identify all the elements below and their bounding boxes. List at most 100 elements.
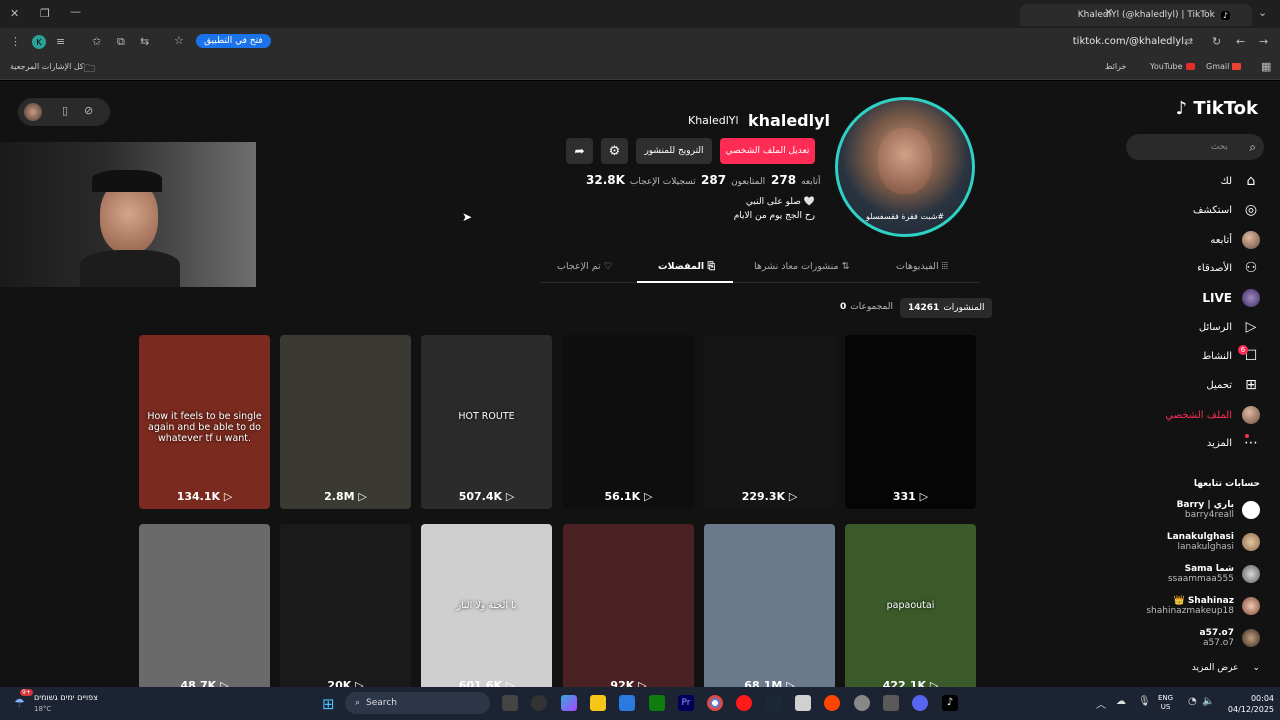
video-thumbnail[interactable]: 92K ▷: [563, 524, 694, 687]
menu-dots-icon[interactable]: ⋮: [10, 35, 21, 48]
tab-tiktok[interactable]: KhaledlYl (@khaledlyl) | TikTok ♪: [1020, 4, 1252, 26]
store-icon[interactable]: [619, 695, 635, 711]
star-bookmark-icon[interactable]: ☆: [174, 34, 184, 47]
language-indicator[interactable]: ENG US: [1158, 694, 1173, 712]
promote-post-button[interactable]: الترويج للمنشور: [636, 138, 712, 164]
share-button[interactable]: ➦: [566, 138, 593, 164]
search-input[interactable]: بحث: [1126, 134, 1264, 160]
taskbar-search[interactable]: ⌕ Search: [345, 692, 490, 714]
chrome-icon[interactable]: [707, 695, 723, 711]
bookmarks-icon[interactable]: ✩: [92, 35, 101, 48]
reload-icon[interactable]: ↻: [1212, 35, 1221, 48]
volume-icon[interactable]: 🔈: [1202, 696, 1214, 707]
tiktok-logo[interactable]: ♪ TikTok: [1176, 98, 1258, 119]
followers-stat[interactable]: 287 المتابعون: [701, 173, 765, 187]
app2-icon[interactable]: [883, 695, 899, 711]
following-account-row[interactable]: 👑 Shahinaz shahinazmakeup18: [1146, 596, 1260, 616]
video-thumbnail[interactable]: يا الجنة ولا النار 601.6K ▷: [421, 524, 552, 687]
video-thumbnail[interactable]: 56.1K ▷: [563, 335, 694, 509]
sidebar-item-activity[interactable]: النشاط ☐: [1202, 348, 1260, 364]
onedrive-icon[interactable]: ☁: [1116, 696, 1126, 707]
url-field[interactable]: tiktok.com/@khaledlyl: [1073, 36, 1184, 47]
compass-icon[interactable]: ⊘: [84, 104, 93, 117]
restore-window-icon[interactable]: ❐: [40, 7, 50, 20]
following-account-row[interactable]: Sama شما ssaammaa555: [1168, 564, 1260, 584]
tab-favorites[interactable]: المفضلات ⎘: [658, 261, 715, 272]
back-icon[interactable]: ←: [1236, 35, 1245, 48]
edit-profile-button[interactable]: تعديل الملف الشخصي: [720, 138, 815, 164]
tiktok-taskbar-icon[interactable]: ♪: [942, 695, 958, 711]
video-thumbnail[interactable]: papaoutai 422.1K ▷: [845, 524, 976, 687]
bookmark-gmail[interactable]: Gmail: [1206, 62, 1229, 71]
system-clock[interactable]: 00:04 04/12/2025: [1226, 693, 1274, 715]
windows-start-icon[interactable]: ⊞: [322, 695, 335, 713]
profile-avatar[interactable]: شبت فقرة فقسفسلو#: [835, 97, 975, 237]
profile-avatar-k[interactable]: K: [32, 35, 46, 49]
forward-icon[interactable]: →: [1259, 35, 1268, 48]
opera-icon[interactable]: [736, 695, 752, 711]
file-explorer-icon[interactable]: [590, 695, 606, 711]
following-account-row[interactable]: Lanakulghasi lanakulghasi: [1167, 532, 1260, 552]
following-account-row[interactable]: Barry | باري barry4reall: [1177, 500, 1260, 520]
sidebar-item-live[interactable]: LIVE: [1202, 289, 1260, 307]
github-icon[interactable]: [531, 695, 547, 711]
site-settings-icon[interactable]: ⇄: [1184, 35, 1193, 48]
video-thumbnail[interactable]: 48.7K ▷: [139, 524, 270, 687]
tab-reposts[interactable]: منشورات معاد نشرها ⇅: [754, 261, 850, 272]
reading-list-icon[interactable]: ≡: [56, 35, 65, 48]
posts-subtab[interactable]: 14261 المنشورات: [900, 298, 993, 318]
sidebar-item-explore[interactable]: استكشف ◎: [1193, 202, 1260, 218]
following-account-row[interactable]: a57.o7 a57.o7: [1200, 628, 1260, 648]
minimize-window-icon[interactable]: —: [70, 5, 81, 18]
sidebar-item-more[interactable]: المزيد ⋯: [1207, 435, 1260, 451]
video-thumbnail[interactable]: 20K ▷: [280, 524, 411, 687]
phone-icon[interactable]: ▯: [62, 104, 68, 117]
bookmark-youtube[interactable]: YouTube: [1150, 62, 1183, 71]
see-more-button[interactable]: عرض المزيد ⌄: [1192, 663, 1260, 673]
home-icon: ⌂: [1246, 173, 1256, 189]
copilot-icon[interactable]: [561, 695, 577, 711]
steam-icon[interactable]: [766, 695, 782, 711]
premiere-icon[interactable]: Pr: [678, 695, 694, 711]
notepad-icon[interactable]: [795, 695, 811, 711]
video-thumbnail[interactable]: 68.1M ▷: [704, 524, 835, 687]
sidebar-item-friends[interactable]: الأصدقاء ⚇: [1197, 260, 1260, 276]
tab-videos[interactable]: الفيديوهات ⦙⦙⦙: [896, 261, 948, 272]
video-thumbnail[interactable]: 2.8M ▷: [280, 335, 411, 509]
video-thumbnail[interactable]: HOT ROUTE 507.4K ▷: [421, 335, 552, 509]
bookmark-maps[interactable]: خرائط: [1105, 62, 1126, 71]
sidebar-item-messages[interactable]: الرسائل ▷: [1199, 319, 1260, 335]
settings-gear-icon[interactable]: [854, 695, 870, 711]
sidebar-item-profile[interactable]: الملف الشخصي: [1165, 406, 1260, 424]
tab-search-icon[interactable]: ⌄: [1258, 6, 1267, 19]
likes-label: تسجيلات الإعجاب: [629, 177, 696, 187]
sidebar-item-following[interactable]: أتابعه: [1210, 231, 1260, 249]
weather-widget[interactable]: ☂ 9+ צפויים ימים גשומים 18°C: [8, 689, 98, 717]
video-thumbnail[interactable]: How it feels to be single again and be a…: [139, 335, 270, 509]
creator-avatar[interactable]: [24, 103, 42, 121]
send-icon: ▷: [1245, 319, 1257, 335]
following-stat[interactable]: 278 أتابعه: [771, 173, 820, 187]
microphone-icon[interactable]: 🎙: [1138, 696, 1151, 707]
close-window-icon[interactable]: ✕: [10, 7, 19, 20]
collections-subtab[interactable]: 0 المجموعات: [840, 302, 893, 312]
settings-button[interactable]: ⚙: [601, 138, 628, 164]
open-in-app-button[interactable]: فتح في التطبيق: [196, 34, 271, 48]
taskview-icon[interactable]: [502, 695, 518, 711]
close-tab-icon[interactable]: ✕: [1104, 6, 1113, 19]
all-bookmarks-link[interactable]: كل الإشارات المرجعية: [10, 62, 84, 71]
sidebar-item-foryou[interactable]: لك ⌂: [1221, 173, 1260, 189]
extensions-icon[interactable]: ⧉: [117, 35, 125, 49]
translate-icon[interactable]: ⇆: [140, 35, 149, 48]
search-icon[interactable]: ⌕: [1249, 140, 1256, 155]
sidebar-item-upload[interactable]: تحميل ⊞: [1206, 377, 1260, 393]
chevron-up-icon[interactable]: ︿: [1096, 696, 1106, 711]
video-thumbnail[interactable]: 331 ▷: [845, 335, 976, 509]
discord-icon[interactable]: [912, 695, 928, 711]
video-thumbnail[interactable]: 229.3K ▷: [704, 335, 835, 509]
app-icon[interactable]: [824, 695, 840, 711]
apps-grid-icon[interactable]: ▦: [1261, 60, 1271, 73]
wifi-icon[interactable]: ◔: [1188, 696, 1197, 707]
tab-liked[interactable]: تم الإعجاب ♡: [557, 261, 612, 272]
xbox-icon[interactable]: [649, 695, 665, 711]
